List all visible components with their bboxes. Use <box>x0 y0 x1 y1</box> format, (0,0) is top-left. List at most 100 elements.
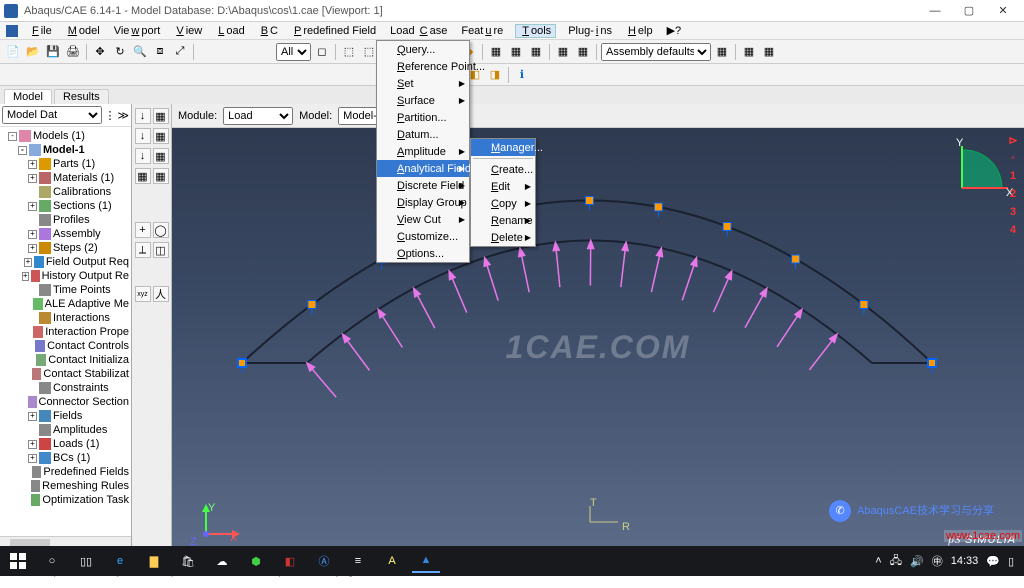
submenu-item[interactable]: Create... <box>471 161 535 178</box>
pan-icon[interactable]: ✥ <box>91 43 109 61</box>
cube2-icon[interactable]: ◨ <box>486 66 504 84</box>
tool-b2[interactable]: ▦ <box>153 128 169 144</box>
display-combo[interactable]: Assembly defaults <box>601 43 711 61</box>
tb-i12[interactable]: ▦ <box>574 43 592 61</box>
tool-c1[interactable]: ↓ <box>135 148 151 164</box>
app4-icon[interactable]: ≡ <box>344 549 372 573</box>
tab-model[interactable]: Model <box>4 89 52 104</box>
abaqus-task-icon[interactable]: ▲ <box>412 549 440 573</box>
module-combo[interactable]: Load <box>223 107 293 125</box>
print-icon[interactable]: 🖨 <box>64 43 82 61</box>
tree-node[interactable]: -Model-1 <box>0 143 131 157</box>
tree-node[interactable]: Interactions <box>0 311 131 325</box>
explorer-icon[interactable]: ▇ <box>140 549 168 573</box>
menu-loadcase[interactable]: Load Case <box>388 25 449 37</box>
tree-node[interactable]: +History Output Re <box>0 269 131 283</box>
new-icon[interactable]: 📄 <box>4 43 22 61</box>
view-compass[interactable]: Y X <box>954 138 1014 198</box>
tree-node[interactable]: Predefined Fields <box>0 465 131 479</box>
menu-item[interactable]: Options... <box>377 245 469 262</box>
menu-bc[interactable]: BC <box>257 25 280 37</box>
maximize-button[interactable]: ▢ <box>952 0 986 22</box>
tree-node[interactable]: +Fields <box>0 409 131 423</box>
menu-viewport[interactable]: Viewport <box>112 25 163 37</box>
taskview-icon[interactable]: ▯▯ <box>72 549 100 573</box>
tree-node[interactable]: Connector Section <box>0 395 131 409</box>
app5-icon[interactable]: A <box>378 549 406 573</box>
menu-item[interactable]: Set▶ <box>377 75 469 92</box>
menu-view[interactable]: View <box>172 25 204 37</box>
menu-feature[interactable]: Feature <box>459 25 505 37</box>
start-button[interactable] <box>4 549 32 573</box>
close-button[interactable]: ✕ <box>986 0 1020 22</box>
vm-2[interactable]: 2 <box>1006 188 1020 202</box>
tray-net-icon[interactable]: 🖧 <box>890 552 902 571</box>
vm-a[interactable]: ⊳ <box>1006 134 1020 148</box>
submenu-item[interactable]: Delete▶ <box>471 229 535 246</box>
menu-file[interactable]: File <box>28 25 54 37</box>
tool-g2[interactable]: 人 <box>153 286 169 302</box>
tree-node[interactable]: +Parts (1) <box>0 157 131 171</box>
menu-help[interactable]: Help <box>624 25 655 37</box>
tb-i15[interactable]: ▦ <box>760 43 778 61</box>
menu-predef[interactable]: Predefined Field <box>290 25 378 37</box>
tree-node[interactable]: +Loads (1) <box>0 437 131 451</box>
store-icon[interactable]: 🛍 <box>174 549 202 573</box>
vm-1[interactable]: 1 <box>1006 170 1020 184</box>
tool-f2[interactable]: ◫ <box>153 242 169 258</box>
selection-combo[interactable]: All <box>276 43 311 61</box>
tree-node[interactable]: Optimization Task <box>0 493 131 507</box>
cortana-icon[interactable]: ○ <box>38 549 66 573</box>
tree-node[interactable]: +BCs (1) <box>0 451 131 465</box>
submenu-item[interactable]: Rename▶ <box>471 212 535 229</box>
show-desktop[interactable]: ▯ <box>1008 555 1014 568</box>
submenu-item[interactable]: Manager... <box>471 139 535 156</box>
menu-item[interactable]: Customize... <box>377 228 469 245</box>
tb-i9[interactable]: ▦ <box>507 43 525 61</box>
tree-node[interactable]: Contact Initializa <box>0 353 131 367</box>
menu-item[interactable]: Display Group▶ <box>377 194 469 211</box>
tree-node[interactable]: Remeshing Rules <box>0 479 131 493</box>
tree-node[interactable]: +Field Output Req <box>0 255 131 269</box>
tray-notif-icon[interactable]: 💬 <box>986 555 1000 568</box>
tool-e2[interactable]: ◯ <box>153 222 169 238</box>
tree-node[interactable]: Calibrations <box>0 185 131 199</box>
zoom-icon[interactable]: 🔍 <box>131 43 149 61</box>
tree-node[interactable]: Time Points <box>0 283 131 297</box>
tree-col-icon[interactable]: ≫ <box>117 109 129 122</box>
tool-f1[interactable]: ⟂ <box>135 242 151 258</box>
open-icon[interactable]: 📂 <box>24 43 42 61</box>
menu-load[interactable]: Load <box>214 25 246 37</box>
app3-icon[interactable]: Ⓐ <box>310 549 338 573</box>
tb-i11[interactable]: ▦ <box>554 43 572 61</box>
tree-node[interactable]: +Materials (1) <box>0 171 131 185</box>
app2-icon[interactable]: ◧ <box>276 549 304 573</box>
minimize-button[interactable]: — <box>918 0 952 22</box>
submenu-item[interactable]: Copy▶ <box>471 195 535 212</box>
zoom-box-icon[interactable]: ⧈ <box>151 43 169 61</box>
vm-b[interactable]: ◦ <box>1006 152 1020 166</box>
tb-i14[interactable]: ▦ <box>740 43 758 61</box>
menu-item[interactable]: Query... <box>377 41 469 58</box>
menu-item[interactable]: Surface▶ <box>377 92 469 109</box>
vm-3[interactable]: 3 <box>1006 206 1020 220</box>
tray-up-icon[interactable]: ˄ <box>875 555 881 567</box>
tree-node[interactable]: +Sections (1) <box>0 199 131 213</box>
fit-icon[interactable]: ⤢ <box>171 43 189 61</box>
tool-b1[interactable]: ↓ <box>135 128 151 144</box>
vm-4[interactable]: 4 <box>1006 224 1020 238</box>
tree-node[interactable]: ALE Adaptive Me <box>0 297 131 311</box>
tool-d1[interactable]: ▦ <box>135 168 151 184</box>
tb-i13[interactable]: ▦ <box>713 43 731 61</box>
menu-tools[interactable]: Tools <box>515 24 556 38</box>
tree-node[interactable]: +Steps (2) <box>0 241 131 255</box>
menu-item[interactable]: Amplitude▶ <box>377 143 469 160</box>
tool-c2[interactable]: ▦ <box>153 148 169 164</box>
menu-item[interactable]: Partition... <box>377 109 469 126</box>
tool-d2[interactable]: ▦ <box>153 168 169 184</box>
menu-item[interactable]: View Cut▶ <box>377 211 469 228</box>
tree-node[interactable]: Contact Stabilizat <box>0 367 131 381</box>
security-icon[interactable]: ⬢ <box>242 549 270 573</box>
tb-i8[interactable]: ▦ <box>487 43 505 61</box>
tray-ime-icon[interactable]: ㊥ <box>932 553 943 569</box>
